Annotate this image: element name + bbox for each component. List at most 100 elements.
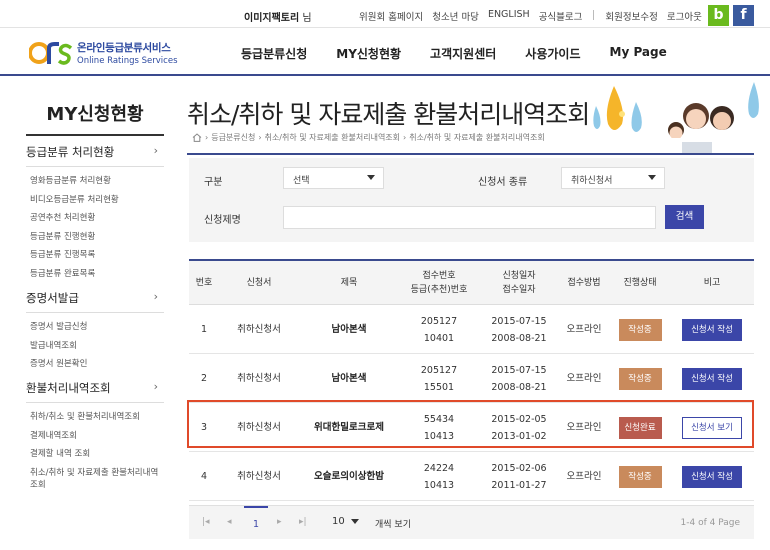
cell-form: 취하신청서: [237, 422, 281, 433]
sidebar-group-label: 증명서발급: [26, 291, 79, 305]
user-name: 이미지팩토리: [244, 13, 300, 24]
prev-page-icon[interactable]: ◂: [227, 517, 232, 527]
table-row: 4 취하신청서 오슬로의이상한밤 24224 10413 2015-02-06 …: [189, 452, 754, 501]
link-logout[interactable]: 로그아웃: [667, 9, 702, 23]
last-page-icon[interactable]: ▸|: [299, 517, 307, 527]
apply-date: 2015-07-15: [491, 315, 547, 327]
cell-receipt: 24224 10413: [399, 452, 479, 501]
status-badge: 신청완료: [618, 416, 662, 439]
nav-rating-apply[interactable]: 등급분류신청: [241, 45, 307, 62]
sidebar-item-payment-history[interactable]: 결제내역조회: [26, 427, 164, 446]
table-row: 3 취하신청서 위대한밀로크로제 55434 10413 2015-02-05 …: [189, 403, 754, 452]
cell-title[interactable]: 위대한밀로크로제: [299, 403, 399, 452]
search-button[interactable]: 검색: [665, 205, 704, 229]
sidebar-group-title[interactable]: 등급분류 처리현황 ›: [26, 144, 164, 167]
table-header: 번호 신청서 제목 접수번호 등급(추천)번호 신청일자 접수일자 접수방법 진…: [189, 261, 754, 305]
page-title: 취소/취하 및 자료제출 환불처리내역조회: [187, 100, 590, 129]
col-date-line2: 접수일자: [502, 285, 536, 295]
cell-dates: 2015-02-05 2013-01-02: [479, 403, 559, 452]
sidebar-item-pending-payment[interactable]: 결제할 내역 조회: [26, 445, 164, 464]
nav-my-status[interactable]: MY신청현황: [336, 45, 401, 62]
logo-english: Online Ratings Services: [77, 56, 178, 66]
sidebar-item-video-status[interactable]: 비디오등급분류 처리현황: [26, 191, 164, 210]
sidebar-title: MY신청현황: [26, 100, 164, 136]
cell-title[interactable]: 오슬로의이상한밤: [299, 452, 399, 501]
cell-no: 1: [200, 324, 208, 335]
sidebar-group-refund: 환불처리내역조회 › 취하/취소 및 환불처리내역조회 결제내역조회 결제할 내…: [26, 380, 164, 491]
nav-user-guide[interactable]: 사용가이드: [525, 45, 580, 62]
link-english[interactable]: ENGLISH: [488, 9, 530, 23]
breadcrumb-sep: ›: [403, 133, 407, 142]
sidebar-group-title[interactable]: 환불처리내역조회 ›: [26, 380, 164, 403]
sidebar-item-submission-refund[interactable]: 취소/취하 및 자료제출 환불처리내역조회: [26, 464, 164, 491]
write-application-button[interactable]: 신청서 작성: [682, 318, 742, 341]
col-form: 신청서: [246, 278, 272, 288]
sidebar-item-cert-history[interactable]: 발급내역조회: [26, 337, 164, 356]
current-page[interactable]: 1: [244, 506, 268, 540]
cell-method: 오프라인: [566, 422, 602, 433]
write-application-button[interactable]: 신청서 작성: [682, 465, 742, 488]
type-label: 구분: [204, 177, 223, 188]
site-logo[interactable]: 온라인등급분류서비스 Online Ratings Services: [29, 40, 178, 66]
col-date-line1: 신청일자: [502, 271, 536, 281]
cell-receipt: 205127 10401: [399, 305, 479, 354]
chevron-right-icon: ›: [153, 290, 158, 303]
col-no: 번호: [195, 278, 213, 288]
pagination: |◂ ◂ 1 ▸ ▸| 10 개씩 보기 1-4 of 4 Page: [189, 505, 754, 539]
facebook-icon[interactable]: f: [733, 5, 754, 26]
rating-number: 10401: [423, 332, 455, 344]
sidebar-item-cert-apply[interactable]: 증명서 발급신청: [26, 318, 164, 337]
cell-dates: 2015-07-15 2008-08-21: [479, 305, 559, 354]
first-page-icon[interactable]: |◂: [202, 517, 210, 527]
cell-title[interactable]: 남아본색: [299, 305, 399, 354]
sidebar-item-progress-list[interactable]: 등급분류 진행목록: [26, 246, 164, 265]
sidebar-item-withdraw-refund[interactable]: 취하/취소 및 환불처리내역조회: [26, 408, 164, 427]
per-page-label: 개씩 보기: [375, 520, 411, 530]
write-application-button[interactable]: 신청서 작성: [682, 367, 742, 390]
cell-status: 신청완료: [609, 403, 671, 452]
nav-support-center[interactable]: 고객지원센터: [430, 45, 496, 62]
nav-my-page[interactable]: My Page: [610, 45, 667, 62]
cell-no: 3: [200, 422, 208, 433]
next-page-icon[interactable]: ▸: [277, 517, 282, 527]
sidebar-group-title[interactable]: 증명서발급 ›: [26, 290, 164, 313]
cell-form: 취하신청서: [237, 324, 281, 335]
app-name-label: 신청제명: [204, 215, 241, 226]
home-icon[interactable]: [192, 133, 202, 142]
apply-date: 2015-02-05: [491, 413, 547, 425]
sidebar-group-label: 환불처리내역조회: [26, 381, 111, 395]
breadcrumb-sep: ›: [205, 133, 209, 142]
breadcrumb: › 등급분류신청 › 취소/취하 및 자료제출 환불처리내역조회 › 취소/취하…: [192, 132, 545, 143]
apply-date: 2015-07-15: [491, 364, 547, 376]
link-blog[interactable]: 공식블로그: [539, 9, 583, 23]
receipt-date: 2008-08-21: [491, 381, 547, 393]
col-receipt: 접수번호 등급(추천)번호: [399, 261, 479, 305]
family-illustration: [593, 82, 759, 154]
caret-down-icon: [367, 175, 375, 180]
table-row: 1 취하신청서 남아본색 205127 10401 2015-07-15 200…: [189, 305, 754, 354]
type-select-value: 선택: [293, 176, 310, 186]
receipt-date: 2013-01-02: [491, 430, 547, 442]
sidebar-item-cert-verify[interactable]: 증명서 원본확인: [26, 355, 164, 374]
view-application-button[interactable]: 신청서 보기: [682, 416, 742, 439]
sidebar-item-completed-list[interactable]: 등급분류 완료목록: [26, 265, 164, 284]
chevron-right-icon: ›: [153, 380, 158, 393]
cell-method: 오프라인: [566, 373, 602, 384]
sidebar-item-performance-status[interactable]: 공연추천 처리현황: [26, 209, 164, 228]
breadcrumb-item[interactable]: 등급분류신청: [211, 132, 255, 143]
link-committee-home[interactable]: 위원회 홈페이지: [359, 9, 423, 23]
blog-icon[interactable]: b: [708, 5, 729, 26]
breadcrumb-item[interactable]: 취소/취하 및 자료제출 환불처리내역조회: [265, 132, 400, 143]
table-row: 2 취하신청서 남아본색 205127 15501 2015-07-15 200…: [189, 354, 754, 403]
cell-title[interactable]: 남아본색: [299, 354, 399, 403]
app-name-input[interactable]: [283, 206, 656, 229]
apply-date: 2015-02-06: [491, 462, 547, 474]
per-page-select[interactable]: 10: [332, 516, 359, 527]
receipt-number: 55434: [423, 413, 455, 425]
sidebar-item-movie-status[interactable]: 영화등급분류 처리현황: [26, 172, 164, 191]
doc-type-select[interactable]: 취하신청서: [561, 167, 665, 189]
type-select[interactable]: 선택: [283, 167, 384, 189]
link-youth[interactable]: 청소년 마당: [432, 9, 479, 23]
link-edit-profile[interactable]: 회원정보수정: [605, 9, 657, 23]
sidebar-item-progress-status[interactable]: 등급분류 진행현황: [26, 228, 164, 247]
